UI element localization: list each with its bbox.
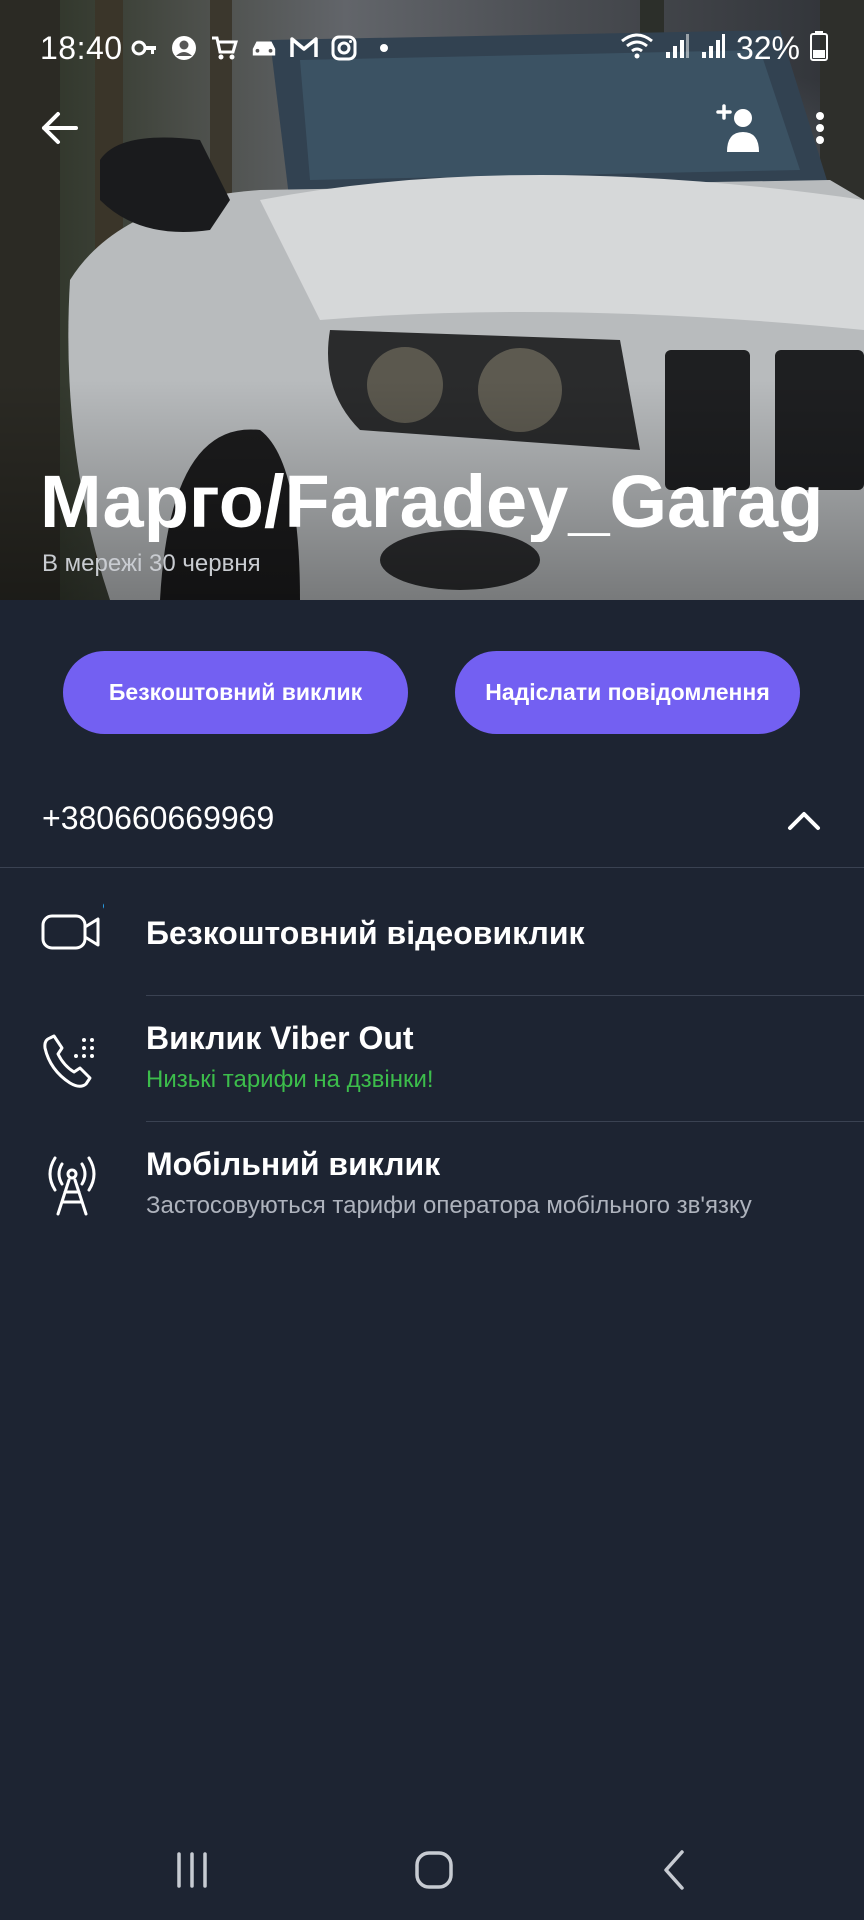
status-time: 18:40 [40, 30, 123, 66]
status-bar: 18:40 32% [0, 0, 864, 100]
option-title: Мобільний виклик [146, 1146, 441, 1182]
viber-out-option[interactable]: Виклик Viber Out Низькі тарифи на дзвінк… [0, 996, 864, 1121]
last-seen-status: В мережі 30 червня [42, 550, 261, 577]
recent-apps-icon [177, 1852, 207, 1888]
arrow-left-icon [42, 112, 78, 144]
home-icon [415, 1851, 453, 1889]
video-call-option[interactable]: Безкоштовний відеовиклик [0, 870, 864, 995]
navigation-bar [0, 1820, 864, 1920]
option-subtitle: Застосовуються тарифи оператора мобільно… [146, 1192, 752, 1219]
toolbar [0, 100, 864, 160]
car-icon [250, 34, 278, 62]
dot-icon [370, 34, 398, 62]
back-icon [664, 1850, 684, 1890]
phone-number: +380660669969 [42, 800, 275, 836]
contact-name: Марго/Faradey_Garage [40, 462, 824, 542]
more-options-button[interactable] [800, 104, 840, 152]
back-nav-button[interactable] [646, 1842, 706, 1898]
collapse-button[interactable] [780, 796, 828, 844]
chevron-up-icon [788, 812, 820, 830]
recent-apps-button[interactable] [162, 1842, 222, 1898]
notification-dot [103, 902, 111, 910]
video-icon [40, 900, 111, 964]
notification-icons [130, 34, 398, 62]
signal-icon [664, 32, 690, 65]
mobile-call-option[interactable]: Мобільний виклик Застосовуються тарифи о… [0, 1122, 864, 1247]
battery-percentage: 32% [735, 30, 800, 66]
option-title: Безкоштовний відеовиклик [146, 915, 585, 951]
back-button[interactable] [36, 104, 84, 152]
account-icon [170, 34, 198, 62]
system-icons: 32% [620, 30, 828, 67]
add-contact-button[interactable] [712, 100, 768, 156]
instagram-icon [330, 34, 358, 62]
wifi-icon [620, 32, 654, 65]
gmail-icon [290, 34, 318, 62]
more-vert-icon [816, 112, 824, 144]
send-message-button[interactable]: Надіслати повідомлення [455, 651, 800, 734]
phone-number-row[interactable]: +380660669969 [0, 780, 864, 868]
option-subtitle: Низькі тарифи на дзвінки! [146, 1066, 434, 1093]
cell-tower-icon [40, 1154, 104, 1218]
free-call-button[interactable]: Безкоштовний виклик [63, 651, 408, 734]
cart-icon [210, 34, 238, 62]
home-button[interactable] [404, 1842, 464, 1898]
key-icon [130, 34, 158, 62]
add-contact-icon [716, 104, 759, 152]
option-title: Виклик Viber Out [146, 1020, 414, 1056]
battery-icon [810, 31, 828, 66]
signal-icon [700, 32, 726, 65]
phone-dialpad-icon [40, 1028, 104, 1092]
